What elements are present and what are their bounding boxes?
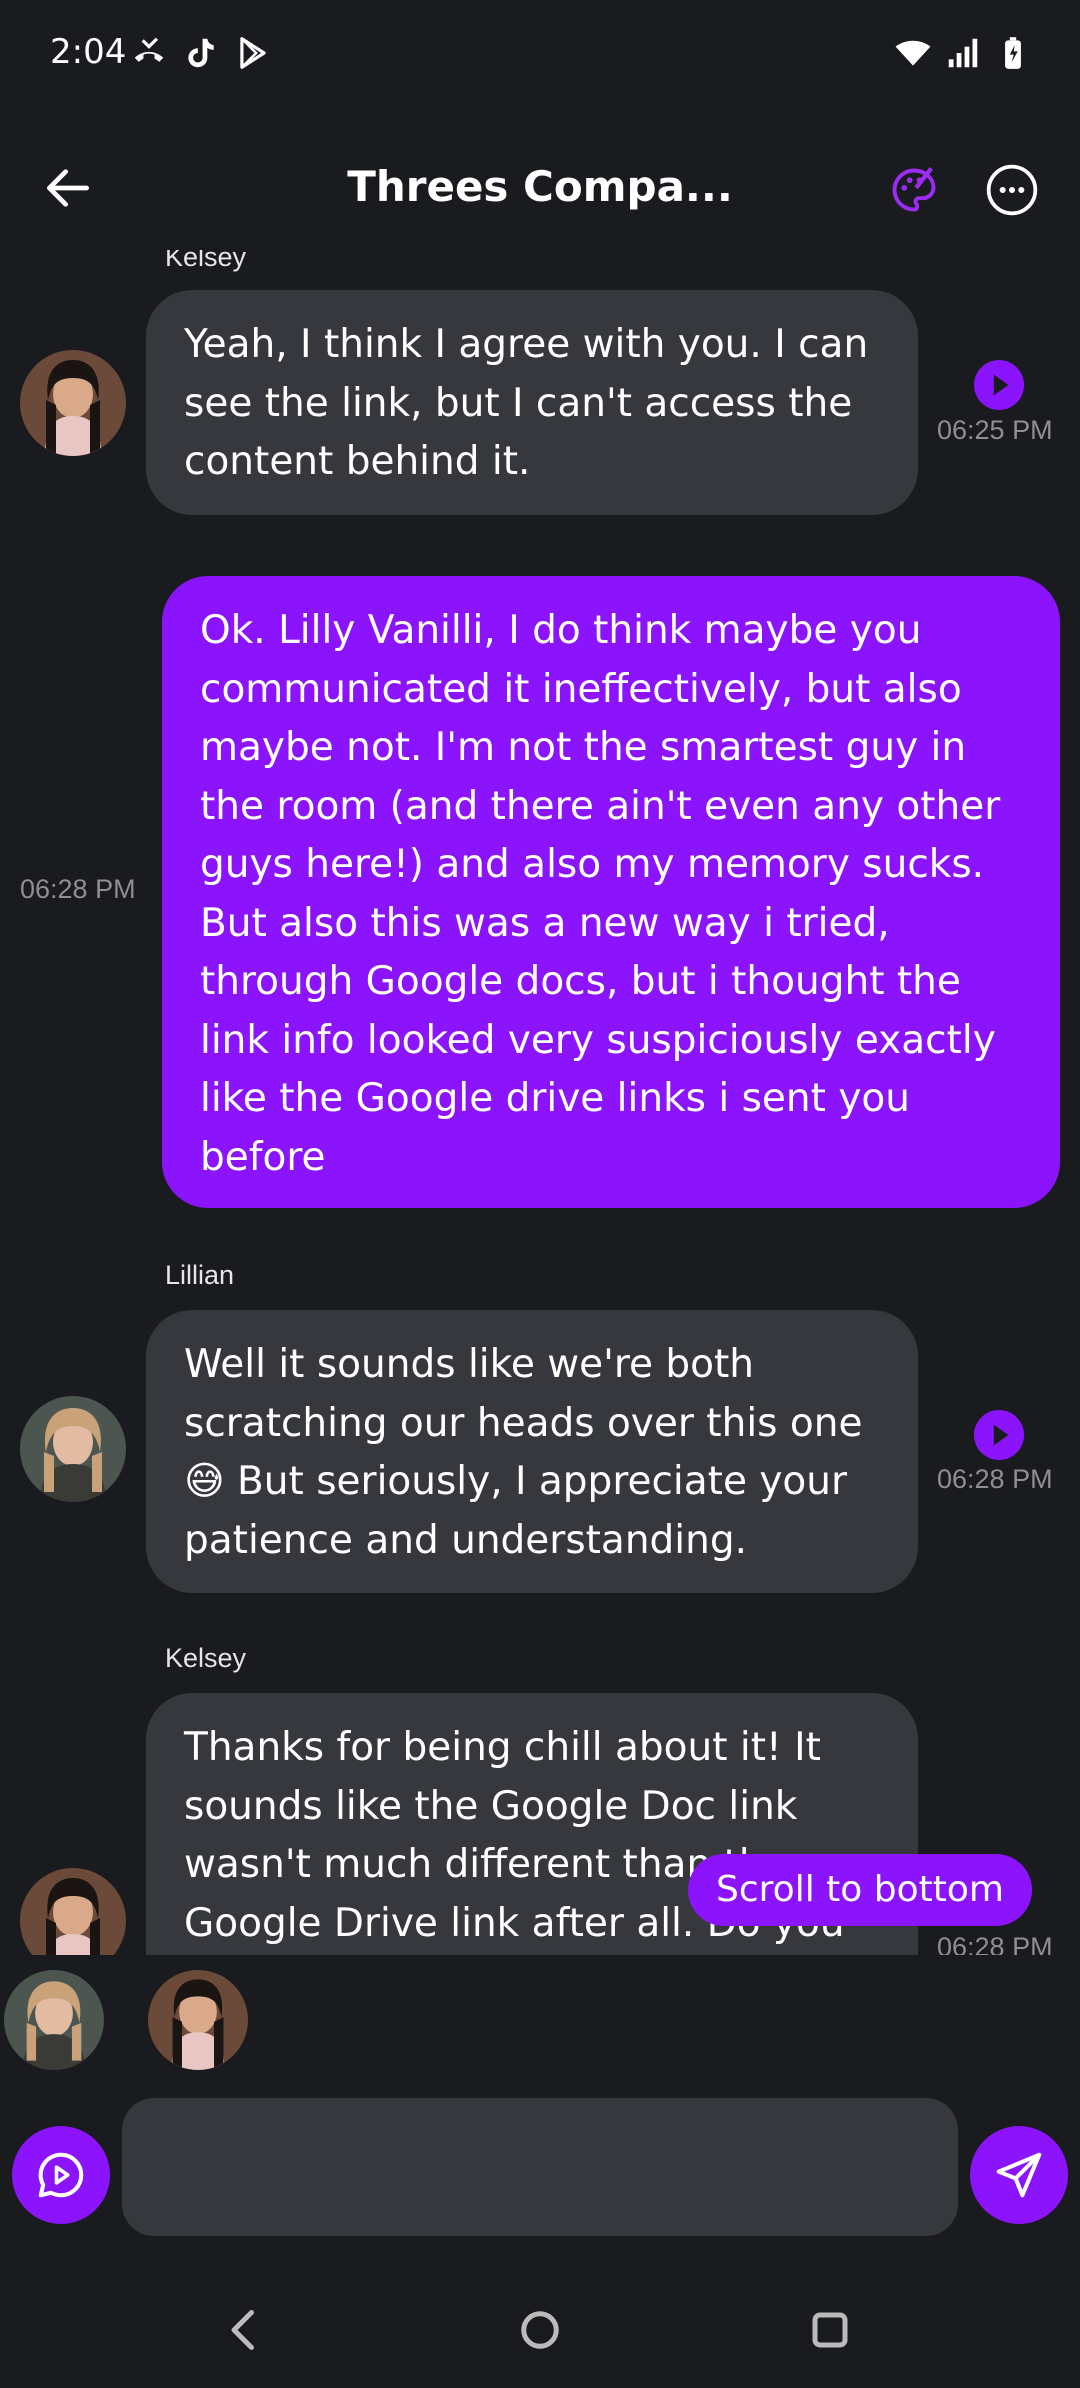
missed-call-icon: [134, 37, 164, 62]
system-navigation-bar: [0, 2290, 1080, 2370]
status-bar: 2:04: [0, 0, 1080, 110]
chat-header: Threes Compa...: [0, 140, 1080, 240]
scroll-to-bottom-button[interactable]: Scroll to bottom: [688, 1854, 1032, 1926]
notification-icons: [130, 34, 272, 72]
participants-row: [0, 1970, 1080, 2080]
sender-name: Kelsey: [165, 250, 247, 272]
message-time: 06:28 PM: [937, 1932, 1053, 1955]
message-bubble[interactable]: Yeah, I think I agree with you. I can se…: [146, 290, 918, 515]
palette-icon[interactable]: [888, 164, 940, 216]
nav-recents-icon[interactable]: [800, 2300, 860, 2360]
send-icon: [996, 2152, 1042, 2198]
message-bubble-outgoing[interactable]: Ok. Lilly Vanilli, I do think maybe you …: [162, 576, 1060, 1208]
message-time: 06:28 PM: [20, 874, 136, 904]
play-audio-icon[interactable]: [974, 360, 1024, 410]
avatar-kelsey[interactable]: [20, 350, 126, 456]
nav-back-icon[interactable]: [214, 2300, 274, 2360]
nav-home-icon[interactable]: [510, 2300, 570, 2360]
voice-message-button[interactable]: [12, 2126, 110, 2224]
send-button[interactable]: [970, 2126, 1068, 2224]
voice-message-icon: [38, 2152, 84, 2198]
avatar-lillian[interactable]: [20, 1396, 126, 1502]
message-composer: [0, 2098, 1080, 2238]
sender-name: Kelsey: [165, 1643, 247, 1673]
avatar-kelsey[interactable]: [20, 1868, 126, 1955]
status-time: 2:04: [50, 32, 127, 72]
battery-charging-icon: [1005, 37, 1021, 69]
system-icons: [894, 34, 1032, 72]
participant-avatar-kelsey[interactable]: [148, 1970, 248, 2070]
message-time: 06:28 PM: [937, 1464, 1053, 1494]
signal-icon: [948, 38, 978, 68]
play-store-icon: [240, 37, 266, 69]
more-options-icon[interactable]: [984, 162, 1040, 218]
participant-avatar-lillian[interactable]: [4, 1970, 104, 2070]
wifi-icon: [895, 40, 931, 66]
message-time: 06:25 PM: [937, 415, 1053, 445]
sender-name: Lillian: [165, 1260, 235, 1290]
message-bubble[interactable]: Well it sounds like we're both scratchin…: [146, 1310, 918, 1593]
tiktok-icon: [188, 38, 214, 68]
play-audio-icon[interactable]: [974, 1410, 1024, 1460]
message-input[interactable]: [122, 2098, 958, 2236]
message-list[interactable]: Kelsey Yeah, I think I agree with you. I…: [0, 250, 1080, 1955]
